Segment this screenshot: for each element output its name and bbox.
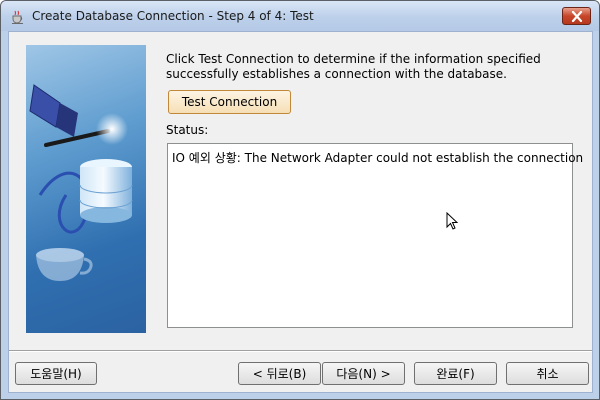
help-button[interactable]: 도움말(H)	[15, 362, 97, 385]
close-button[interactable]	[562, 7, 591, 25]
status-textarea[interactable]: IO 예외 상황: The Network Adapter could not …	[167, 143, 583, 328]
button-separator	[9, 350, 592, 352]
status-label: Status:	[166, 123, 209, 137]
close-icon	[571, 11, 583, 22]
window-title: Create Database Connection - Step 4 of 4…	[32, 9, 314, 23]
back-button[interactable]: < 뒤로(B)	[238, 362, 321, 385]
dialog-body: Click Test Connection to determine if th…	[8, 31, 593, 393]
mouse-cursor-icon	[446, 212, 459, 230]
cancel-button[interactable]: 취소	[506, 362, 589, 385]
finish-button[interactable]: 완료(F)	[414, 362, 497, 385]
next-button[interactable]: 다음(N) >	[322, 362, 405, 385]
title-bar[interactable]: Create Database Connection - Step 4 of 4…	[1, 1, 599, 31]
dialog-window: Create Database Connection - Step 4 of 4…	[0, 0, 600, 400]
coffee-cup-icon	[10, 9, 26, 25]
status-message: IO 예외 상황: The Network Adapter could not …	[172, 151, 584, 165]
test-connection-button[interactable]: Test Connection	[168, 90, 291, 114]
instruction-text: Click Test Connection to determine if th…	[166, 52, 541, 81]
database-illustration	[26, 45, 146, 333]
